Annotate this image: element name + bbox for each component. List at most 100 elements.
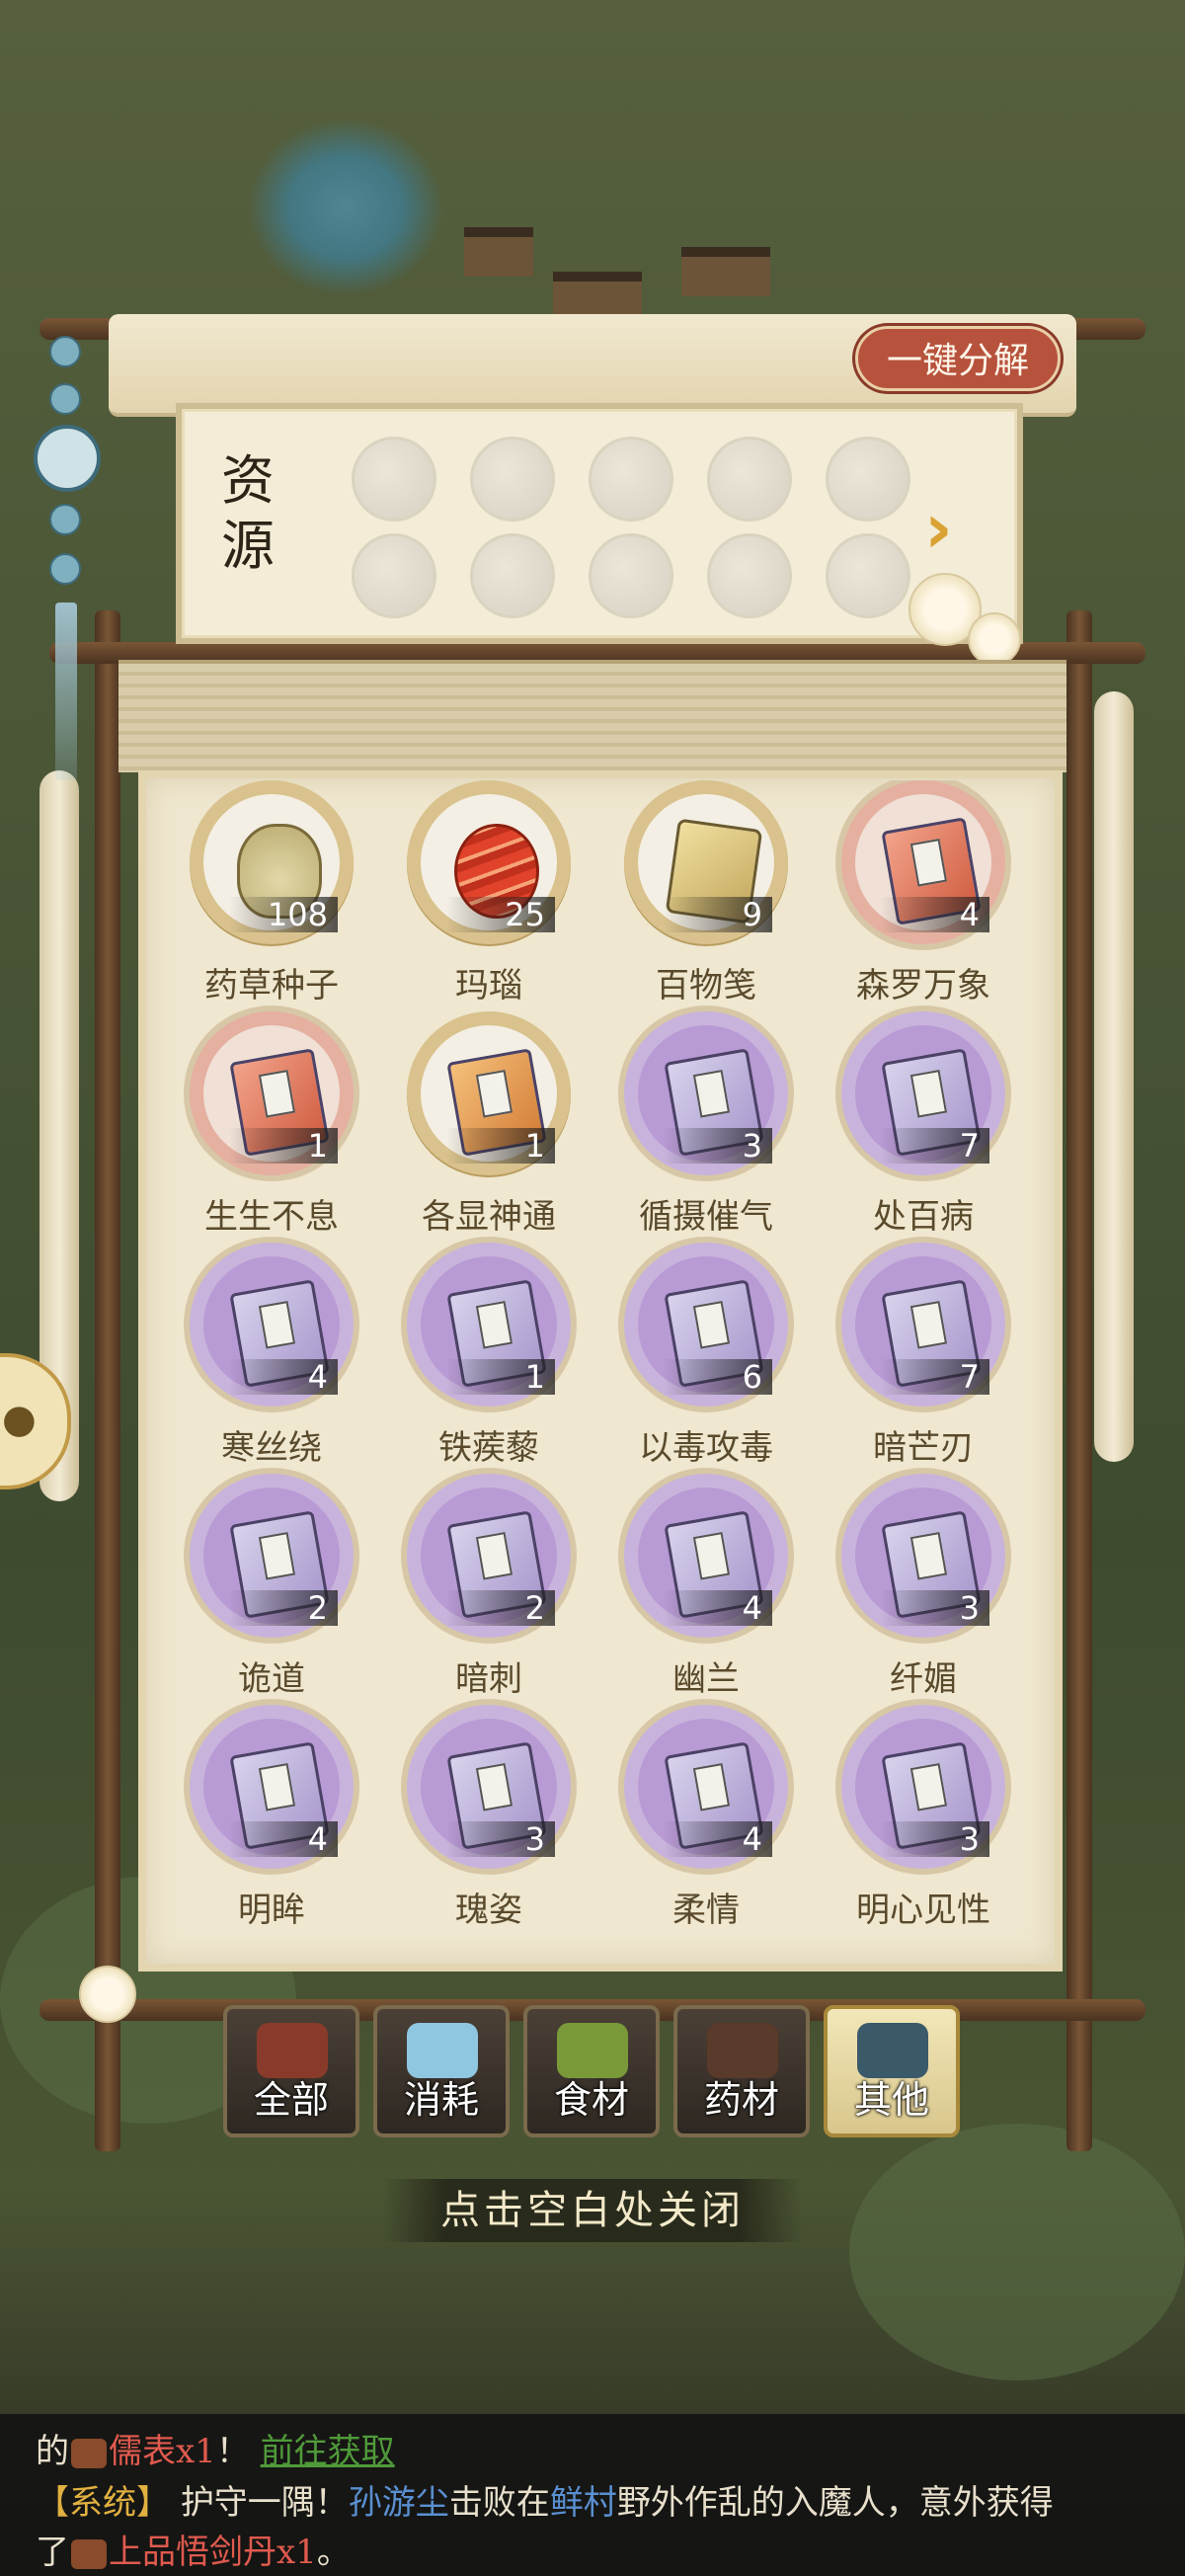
inventory-item[interactable]: 4 柔情	[604, 1705, 802, 1932]
item-count: 3	[881, 1821, 989, 1857]
item-name: 以毒攻毒	[639, 1428, 773, 1468]
resource-slot[interactable]	[589, 437, 673, 522]
inventory-item[interactable]: 1 各显神通	[387, 1011, 585, 1239]
item-grid: 108 药草种子 25 玛瑙 9 百物笺 4 森罗万象 1 生生不息 1 各显神通 3 循摄催气 7 处百病 4…	[170, 780, 1019, 1946]
resource-slot[interactable]	[352, 533, 436, 618]
category-tabs: 全部 消耗 食材 药材 其他	[223, 2005, 964, 2143]
resource-slot[interactable]	[707, 533, 792, 618]
foliage	[849, 2124, 1185, 2380]
item-name: 纤媚	[890, 1659, 957, 1699]
item-name: 诡道	[238, 1659, 305, 1699]
tab-label: 食材	[553, 2078, 629, 2122]
item-count: 108	[229, 897, 338, 932]
resource-slot[interactable]	[826, 533, 910, 618]
inventory-item[interactable]: 3 循摄催气	[604, 1011, 802, 1239]
inventory-item[interactable]: 4 寒丝绕	[170, 1243, 367, 1470]
resource-slot[interactable]	[470, 533, 555, 618]
item-count: 4	[881, 897, 989, 932]
inventory-item[interactable]: 3 明心见性	[822, 1705, 1019, 1932]
item-name: 生生不息	[204, 1197, 339, 1237]
item-count: 6	[664, 1359, 772, 1395]
item-name: 森罗万象	[856, 966, 990, 1006]
resource-slot[interactable]	[352, 437, 436, 522]
inventory-item[interactable]: 4 幽兰	[604, 1474, 802, 1701]
item-count: 7	[881, 1128, 989, 1164]
place-name[interactable]: 鲜村	[550, 2483, 617, 2523]
inventory-item[interactable]: 3 瑰姿	[387, 1705, 585, 1932]
resource-next-arrow-icon[interactable]: ›	[924, 488, 953, 569]
resource-slot[interactable]	[589, 533, 673, 618]
one-click-decompose-button[interactable]: 一键分解	[855, 326, 1061, 391]
inventory-item[interactable]: 9 百物笺	[604, 780, 802, 1007]
tab-potion[interactable]: 消耗	[373, 2005, 510, 2137]
chat-item[interactable]: 上品悟剑丹x1	[109, 2533, 317, 2572]
item-name: 药草种子	[204, 966, 339, 1006]
item-count: 4	[229, 1821, 338, 1857]
speech-bubble-icon: ●	[2, 1397, 37, 1442]
inventory-item[interactable]: 7 处百病	[822, 1011, 1019, 1239]
inventory-item[interactable]: 7 暗芒刃	[822, 1243, 1019, 1470]
flower-decoration	[79, 1966, 136, 2023]
inventory-item[interactable]: 4 明眸	[170, 1705, 367, 1932]
close-hint[interactable]: 点击空白处关闭	[383, 2179, 802, 2242]
tab-herb-pot[interactable]: 药材	[673, 2005, 810, 2137]
tab-label: 药材	[703, 2078, 779, 2122]
resource-slot[interactable]	[826, 437, 910, 522]
go-obtain-link[interactable]: 前往获取	[261, 2432, 395, 2471]
item-name: 明眸	[238, 1891, 305, 1930]
item-count: 7	[881, 1359, 989, 1395]
resource-slot[interactable]	[707, 437, 792, 522]
river	[247, 119, 444, 296]
inventory-item[interactable]: 3 纤媚	[822, 1474, 1019, 1701]
tab-label: 全部	[253, 2078, 329, 2122]
right-pole	[1066, 610, 1092, 2151]
hut	[681, 247, 770, 296]
chat-item[interactable]: 儒表x1	[109, 2432, 216, 2471]
flower-decoration	[968, 612, 1021, 666]
item-name: 玛瑙	[455, 966, 522, 1006]
chat-line: 了上品悟剑丹x1。	[36, 2533, 351, 2572]
item-name: 柔情	[672, 1891, 740, 1930]
item-name: 处百病	[873, 1197, 974, 1237]
item-count: 2	[229, 1590, 338, 1626]
item-name: 寒丝绕	[221, 1428, 322, 1468]
item-count: 4	[664, 1821, 772, 1857]
tab-vegetable-basket[interactable]: 食材	[523, 2005, 660, 2137]
inventory-item[interactable]: 4 森罗万象	[822, 780, 1019, 1007]
item-name: 瑰姿	[455, 1891, 522, 1930]
item-name: 暗芒刃	[873, 1428, 974, 1468]
item-count: 4	[664, 1590, 772, 1626]
item-name: 明心见性	[856, 1891, 990, 1930]
inventory-item[interactable]: 25 玛瑙	[387, 780, 585, 1007]
resource-panel: 资源 ›	[176, 403, 1023, 644]
chat-line: 【系统】 护守一隅！孙游尘击败在鲜村野外作乱的入魔人，意外获得	[36, 2483, 1054, 2523]
item-count: 25	[446, 897, 555, 932]
item-name: 百物笺	[656, 966, 756, 1006]
item-count: 9	[664, 897, 772, 932]
resource-label: 资源	[221, 449, 275, 577]
resource-slot[interactable]	[470, 437, 555, 522]
hut	[464, 227, 533, 277]
item-count: 3	[881, 1590, 989, 1626]
tab-label: 消耗	[403, 2078, 479, 2122]
inventory-item[interactable]: 1 生生不息	[170, 1011, 367, 1239]
inventory-item[interactable]: 2 暗刺	[387, 1474, 585, 1701]
player-name[interactable]: 孙游尘	[349, 2483, 449, 2523]
inventory-item[interactable]: 2 诡道	[170, 1474, 367, 1701]
tab-gold-pot[interactable]: 其他	[824, 2005, 960, 2137]
item-count: 4	[229, 1359, 338, 1395]
right-ribbon	[1094, 691, 1134, 1462]
item-name: 各显神通	[422, 1197, 556, 1237]
tab-label: 其他	[853, 2078, 929, 2122]
inventory-item[interactable]: 6 以毒攻毒	[604, 1243, 802, 1470]
item-name: 幽兰	[672, 1659, 740, 1699]
jade-disc-icon	[34, 425, 101, 492]
tab-treasure-chest[interactable]: 全部	[223, 2005, 359, 2137]
item-icon	[71, 2539, 107, 2569]
inventory-item[interactable]: 108 药草种子	[170, 780, 367, 1007]
inventory-item[interactable]: 1 铁蒺藜	[387, 1243, 585, 1470]
jade-pendant-decoration	[20, 336, 109, 790]
item-name: 暗刺	[455, 1659, 522, 1699]
item-count: 3	[664, 1128, 772, 1164]
chat-log: 的儒表x1！ 前往获取 【系统】 护守一隅！孙游尘击败在鲜村野外作乱的入魔人，意…	[0, 2414, 1185, 2576]
